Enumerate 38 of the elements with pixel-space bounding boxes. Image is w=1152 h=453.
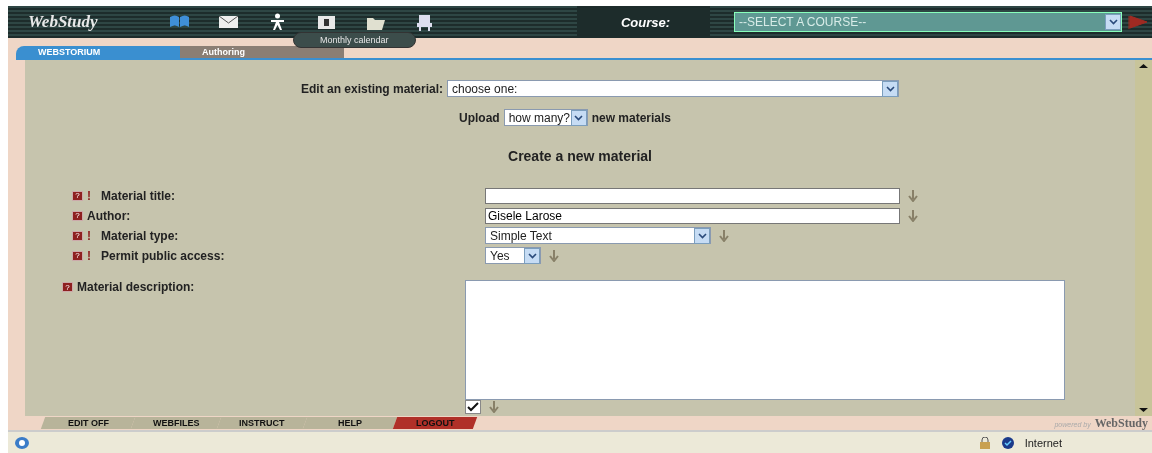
help-button[interactable]: ? [72,210,83,221]
help-button[interactable]: ? [72,250,83,261]
select-field[interactable]: choose one: [447,80,899,97]
help-button[interactable]: ? [62,282,73,292]
spellcheck-icon[interactable] [465,400,481,414]
field-label: Author: [87,208,131,223]
bottom-tab[interactable]: HELP [302,417,398,429]
field-label: Material type: [101,228,179,243]
field-label: Material description: [77,280,195,294]
help-button[interactable]: ? [72,230,83,241]
select-field[interactable]: how many? [503,109,588,126]
required-mark: ! [87,248,91,263]
globe-icon [1000,435,1015,450]
text-field[interactable] [485,187,900,204]
required-mark: ! [87,228,91,243]
select-field[interactable]: Yes [485,247,541,264]
field-label: Permit public access: [101,248,225,263]
bottom-tab[interactable]: WEBFILES [130,417,222,429]
field-label: Upload [458,110,500,125]
textarea-field[interactable] [465,280,1065,400]
zone-label: Internet [1024,436,1062,449]
calendar-button[interactable]: Monthly calendar [293,32,416,48]
browser-icon [14,435,30,450]
lock-icon [978,436,991,449]
bottom-tab[interactable]: INSTRUCT [216,417,308,429]
help-button[interactable]: ? [72,190,83,201]
logo[interactable]: WebStudy [28,12,168,32]
tab[interactable]: Authoring [180,46,344,58]
bottom-tab[interactable]: EDIT OFF [40,417,136,429]
text-field[interactable]: Gisele Larose [485,207,900,224]
section-heading: Create a new material [507,148,653,164]
select-field[interactable]: Simple Text [485,227,711,244]
footer-logo: WebStudy [1094,415,1148,431]
field-label: Edit an existing material: [300,81,443,96]
field-label: Material title: [101,188,175,203]
course-label: Course: [576,6,710,38]
required-mark: ! [87,188,91,203]
field-label: new materials [591,110,671,125]
